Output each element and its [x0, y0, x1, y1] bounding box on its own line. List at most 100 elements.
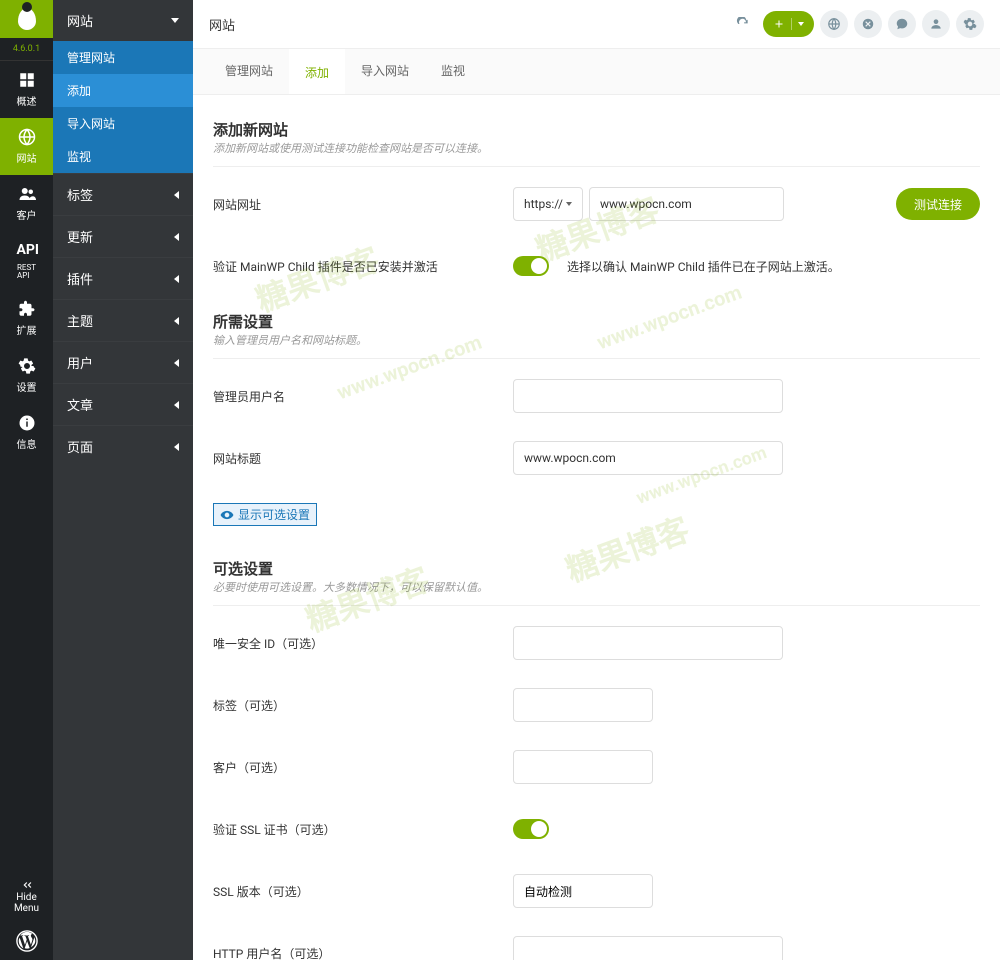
nav-posts[interactable]: 文章 [53, 383, 193, 425]
verify-plugin-desc: 选择以确认 MainWP Child 插件已在子网站上激活。 [567, 258, 840, 275]
globe-button[interactable] [820, 10, 848, 38]
api-icon: API [17, 242, 37, 260]
chevron-left-icon [174, 401, 179, 409]
row-security-id: 唯一安全 ID（可选） [213, 626, 980, 660]
chevron-left-icon [174, 443, 179, 451]
http-user-input[interactable] [513, 936, 783, 960]
plus-icon [773, 18, 785, 30]
chevrons-left-icon [19, 878, 35, 892]
sidebar-settings[interactable]: 设置 [0, 347, 53, 404]
dashboard-icon [17, 71, 37, 89]
section-required-title: 所需设置 [213, 311, 980, 332]
chevron-left-icon [174, 359, 179, 367]
show-optional-toggle[interactable]: 显示可选设置 [213, 503, 317, 526]
label-security-id: 唯一安全 ID（可选） [213, 635, 513, 652]
label-tags: 标签（可选） [213, 697, 513, 714]
close-circle-icon [861, 17, 875, 31]
admin-user-input[interactable] [513, 379, 783, 413]
user-button[interactable] [922, 10, 950, 38]
nav-manage-sites[interactable]: 管理网站 [53, 41, 193, 74]
chevron-left-icon [174, 275, 179, 283]
settings-button[interactable] [956, 10, 984, 38]
row-site-url: 网站网址 https:// 测试连接 [213, 187, 980, 221]
test-connection-button[interactable]: 测试连接 [896, 188, 980, 220]
version-label: 4.6.0.1 [0, 38, 53, 61]
nav-users[interactable]: 用户 [53, 341, 193, 383]
globe-icon [827, 17, 841, 31]
user-icon [929, 17, 943, 31]
chevron-left-icon [174, 317, 179, 325]
tab-add[interactable]: 添加 [289, 49, 345, 94]
label-site-title: 网站标题 [213, 450, 513, 467]
label-ssl-version: SSL 版本（可选） [213, 883, 513, 900]
form-content: 糖果博客 www.wpocn.com 糖果博客 www.wpocn.com 糖果… [193, 95, 1000, 960]
close-button[interactable] [854, 10, 882, 38]
sidebar-overview[interactable]: 概述 [0, 61, 53, 118]
chat-button[interactable] [888, 10, 916, 38]
nav-pages[interactable]: 页面 [53, 425, 193, 467]
tab-import-sites[interactable]: 导入网站 [345, 49, 425, 94]
topbar-actions [729, 10, 984, 38]
topbar: 网站 [193, 0, 1000, 49]
row-client: 客户（可选） [213, 750, 980, 784]
label-verify-plugin: 验证 MainWP Child 插件是否已安装并激活 [213, 258, 513, 275]
gear-icon [963, 17, 977, 31]
client-select[interactable] [513, 750, 653, 784]
nav-plugins[interactable]: 插件 [53, 257, 193, 299]
sidebar-clients[interactable]: 客户 [0, 175, 53, 232]
row-admin-user: 管理员用户名 [213, 379, 980, 413]
eye-icon [220, 508, 234, 522]
protocol-select[interactable]: https:// [513, 187, 583, 221]
sidebar-extensions[interactable]: 扩展 [0, 290, 53, 347]
refresh-button[interactable] [729, 10, 757, 38]
chevron-down-icon [566, 202, 572, 206]
nav-import-sites[interactable]: 导入网站 [53, 107, 193, 140]
tabs: 管理网站 添加 导入网站 监视 [193, 49, 1000, 95]
nav-add[interactable]: 添加 [53, 74, 193, 107]
row-verify-ssl: 验证 SSL 证书（可选） [213, 812, 980, 846]
nav-tags[interactable]: 标签 [53, 173, 193, 215]
hide-menu-button[interactable]: Hide Menu [0, 870, 53, 922]
nav-themes[interactable]: 主题 [53, 299, 193, 341]
nav-monitor[interactable]: 监视 [53, 140, 193, 173]
nav-updates[interactable]: 更新 [53, 215, 193, 257]
wordpress-icon [16, 930, 38, 952]
main-content: 网站 管理网站 添加 导入网站 监视 糖果博客 www.wpocn.com 糖果… [193, 0, 1000, 960]
nav-header[interactable]: 网站 [53, 0, 193, 41]
label-verify-ssl: 验证 SSL 证书（可选） [213, 821, 513, 838]
section-add-new-title: 添加新网站 [213, 119, 980, 140]
add-new-button[interactable] [763, 11, 814, 37]
sidebar-api[interactable]: API REST API [0, 232, 53, 290]
section-optional-title: 可选设置 [213, 558, 980, 579]
label-site-url: 网站网址 [213, 196, 513, 213]
tags-select[interactable] [513, 688, 653, 722]
ssl-version-select[interactable]: 自动检测 [513, 874, 653, 908]
logo[interactable] [0, 0, 53, 38]
tab-monitor[interactable]: 监视 [425, 49, 481, 94]
info-icon [17, 414, 37, 432]
row-ssl-version: SSL 版本（可选） 自动检测 [213, 874, 980, 908]
page-title: 网站 [209, 15, 235, 34]
site-url-input[interactable] [589, 187, 784, 221]
tab-manage-sites[interactable]: 管理网站 [209, 49, 289, 94]
row-tags: 标签（可选） [213, 688, 980, 722]
chevron-down-icon [798, 22, 804, 26]
label-http-user: HTTP 用户名（可选） [213, 945, 513, 960]
section-optional-desc: 必要时使用可选设置。大多数情况下，可以保留默认值。 [213, 579, 980, 595]
security-id-input[interactable] [513, 626, 783, 660]
nav-sub-menu: 管理网站 添加 导入网站 监视 [53, 41, 193, 173]
verify-plugin-toggle[interactable] [513, 256, 549, 276]
refresh-icon [736, 17, 750, 31]
row-http-user: HTTP 用户名（可选） [213, 936, 980, 960]
label-client: 客户（可选） [213, 759, 513, 776]
label-admin-user: 管理员用户名 [213, 388, 513, 405]
section-add-new-desc: 添加新网站或使用测试连接功能检查网站是否可以连接。 [213, 140, 980, 156]
verify-ssl-toggle[interactable] [513, 819, 549, 839]
sidebar-sites[interactable]: 网站 [0, 118, 53, 175]
icon-sidebar: 4.6.0.1 概述 网站 客户 API REST API 扩展 设置 信息 H… [0, 0, 53, 960]
sidebar-info[interactable]: 信息 [0, 404, 53, 461]
gear-icon [17, 357, 37, 375]
row-verify-plugin: 验证 MainWP Child 插件是否已安装并激活 选择以确认 MainWP … [213, 249, 980, 283]
wordpress-button[interactable] [0, 922, 53, 960]
site-title-input[interactable] [513, 441, 783, 475]
